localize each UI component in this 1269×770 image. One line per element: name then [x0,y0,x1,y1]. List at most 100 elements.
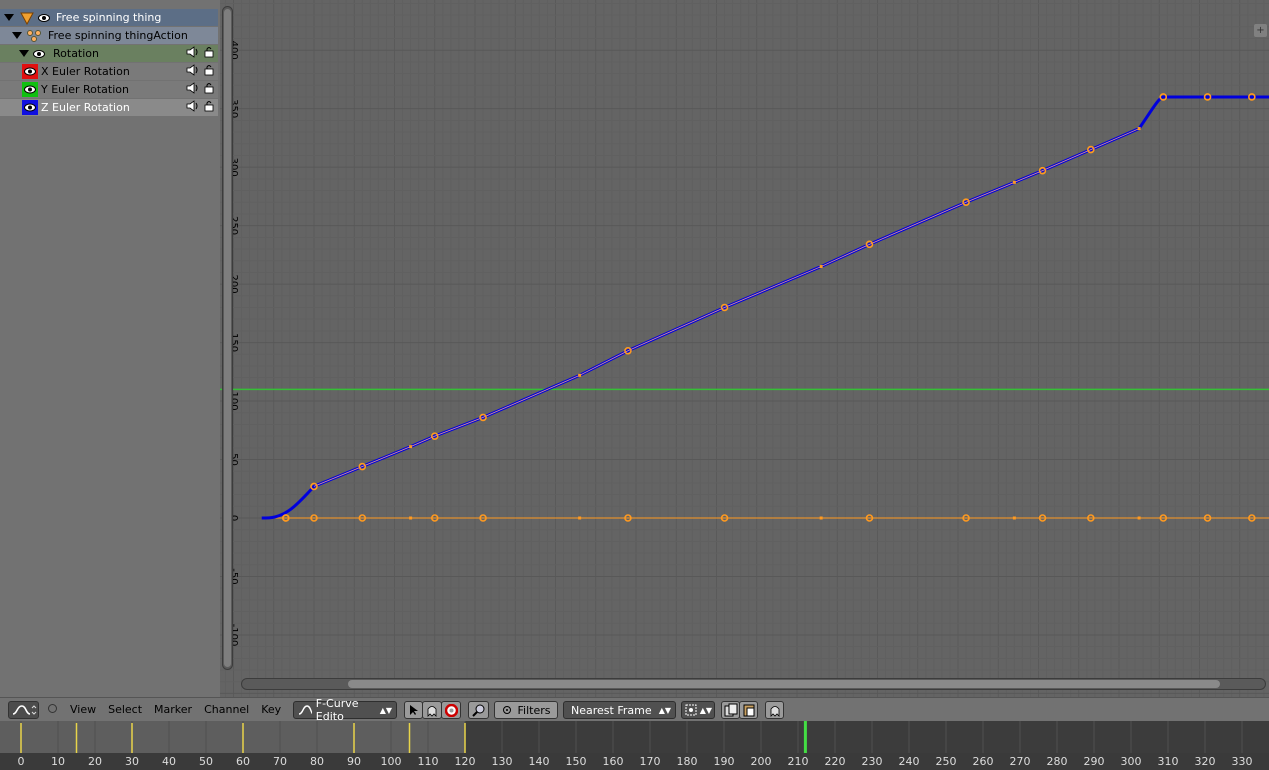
collapse-menu-icon[interactable] [48,704,57,713]
graph-canvas[interactable]: 400350300250200150100500-50-100510152025… [220,0,1269,697]
mode-dropdown[interactable]: F-Curve Edito ▲▼ [293,697,397,723]
keyframe-handle[interactable] [819,265,823,269]
ghost-curves-button[interactable] [765,701,784,719]
fcurve-icon [298,705,312,715]
filter-icon [502,706,511,714]
channel-fcurve-row[interactable]: X Euler Rotation [0,63,218,80]
search-toggle-button[interactable] [468,701,489,719]
speaker-icon[interactable] [186,46,200,58]
cone-object-icon [20,12,34,25]
only-errors-button[interactable] [441,701,461,719]
speaker-icon[interactable] [186,64,200,76]
show-hidden-button[interactable] [422,701,442,719]
menu-marker[interactable]: Marker [154,703,192,716]
updown-arrows-icon: ▲▼ [699,705,712,715]
paste-keyframes-button[interactable] [739,701,758,719]
timeline-tick-label: 0 [18,755,25,768]
timeline-tick-label: 20 [88,755,102,768]
channel-list-panel: Free spinning thing Free spinning thingA… [0,0,221,697]
keyframe-handle[interactable] [578,516,582,520]
menu-key[interactable]: Key [261,703,281,716]
ghost-icon [427,705,437,717]
pivot-dropdown[interactable]: ▲▼ [681,701,715,719]
mode-dropdown-label: F-Curve Edito [315,697,359,723]
cursor-arrow-icon [409,705,418,715]
timeline-tick-label: 200 [751,755,772,768]
timeline-tick-label: 120 [455,755,476,768]
lock-icon[interactable] [204,100,214,112]
snap-dropdown[interactable]: Nearest Frame ▲▼ [563,701,676,719]
timeline-tick-label: 300 [1121,755,1142,768]
eye-icon[interactable] [24,103,36,112]
channel-fcurve-row[interactable]: Y Euler Rotation [0,81,218,98]
lock-icon[interactable] [204,46,214,58]
speaker-icon[interactable] [186,100,200,112]
channel-action-label: Free spinning thingAction [48,29,188,42]
current-frame-indicator[interactable] [803,721,807,753]
collapse-triangle-icon[interactable] [12,32,22,39]
vertical-scrollbar[interactable] [222,6,233,670]
menu-bar: View Select Marker Channel Key [64,703,287,716]
channel-object-row[interactable]: Free spinning thing [0,9,218,26]
timeline-tick-label: 40 [162,755,176,768]
copy-keyframes-button[interactable] [721,701,740,719]
editor-type-button[interactable] [8,701,39,719]
eye-icon[interactable] [38,13,50,23]
keyframe-handle[interactable] [409,516,413,520]
collapse-triangle-icon[interactable] [4,14,14,21]
keyframe-handle[interactable] [819,516,823,520]
keyframe-handle[interactable] [1012,516,1016,520]
timeline-tick-label: 150 [566,755,587,768]
x-color-swatch [22,64,38,79]
paste-icon [743,704,754,717]
only-selected-button[interactable] [404,701,423,719]
timeline-tick-label: 180 [677,755,698,768]
vertical-scrollbar-thumb[interactable] [224,9,231,667]
lock-icon[interactable] [204,64,214,76]
graph-editor-header: View Select Marker Channel Key F-Curve E… [0,697,1269,723]
channel-fcurve-row[interactable]: Z Euler Rotation [0,99,218,116]
timeline-canvas[interactable]: 0 10 20 30 40 50 60 70 80 90 100 110 120 130 140 150 160… [0,721,1269,770]
timeline-tick-label: 270 [1010,755,1031,768]
fcurve-label: Z Euler Rotation [41,101,130,114]
graph-editor[interactable]: 400350300250200150100500-50-100510152025… [220,0,1269,697]
speaker-icon[interactable] [186,82,200,94]
keyframe-handle[interactable] [1137,127,1141,131]
timeline-tick-label: 110 [418,755,439,768]
horizontal-scrollbar[interactable] [241,678,1266,690]
keyframe-handle[interactable] [1012,180,1016,184]
channel-group-row[interactable]: Rotation [0,45,218,62]
channel-group-label: Rotation [53,47,100,60]
collapse-triangle-icon[interactable] [19,50,29,57]
timeline-tick-label: 330 [1232,755,1253,768]
updown-arrows-icon: ▲▼ [658,705,671,715]
timeline-tick-label: 220 [825,755,846,768]
timeline-tick-label: 210 [788,755,809,768]
filters-label: Filters [517,703,551,717]
lifebuoy-icon [444,703,458,717]
keyframe-handle[interactable] [409,445,413,449]
menu-select[interactable]: Select [108,703,142,716]
timeline-tick-label: 160 [603,755,624,768]
timeline-tick-label: 60 [236,755,250,768]
horizontal-scrollbar-thumb[interactable] [348,680,1220,688]
lock-icon[interactable] [204,82,214,94]
keyframe-handle[interactable] [1137,516,1141,520]
plus-icon[interactable]: + [1254,24,1267,37]
menu-channel[interactable]: Channel [204,703,249,716]
eye-icon[interactable] [24,67,36,76]
copy-icon [724,703,737,717]
timeline-ruler [0,753,1269,770]
menu-view[interactable]: View [70,703,96,716]
z-color-swatch [22,100,38,115]
keyframe-handle[interactable] [578,373,582,377]
eye-icon[interactable] [33,49,45,59]
filters-button[interactable]: Filters [494,701,558,719]
timeline-tick-label: 50 [199,755,213,768]
timeline-tick-label: 100 [381,755,402,768]
action-icon [27,29,41,42]
graph-editor-icon [12,705,36,715]
eye-icon[interactable] [24,85,36,94]
channel-action-row[interactable]: Free spinning thingAction [0,27,218,44]
timeline-strip[interactable]: 0 10 20 30 40 50 60 70 80 90 100 110 120 130 140 150 160… [0,721,1269,770]
